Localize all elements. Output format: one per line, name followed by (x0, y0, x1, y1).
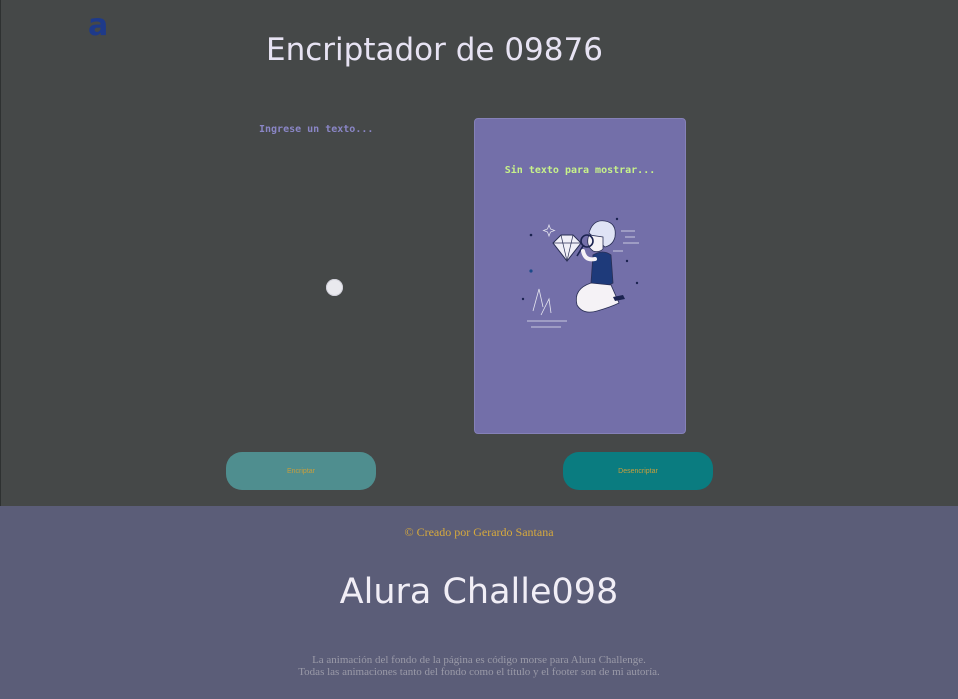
footer-note: La animación del fondo de la página es c… (0, 654, 958, 678)
text-input[interactable] (259, 120, 449, 424)
encrypt-button[interactable]: Encriptar (226, 452, 376, 490)
output-empty-message: Sin texto para mostrar... (504, 165, 656, 176)
person-with-magnifier-illustration (521, 217, 639, 328)
mouse-cursor-indicator (326, 279, 343, 296)
page-title: Encriptador de 09876 (266, 32, 603, 68)
footer-credit: © Creado por Gerardo Santana (404, 525, 554, 539)
footer: © Creado por Gerardo Santana Alura Chall… (0, 506, 958, 699)
output-panel: Sin texto para mostrar... (474, 118, 686, 434)
footer-note-line: La animación del fondo de la página es c… (312, 654, 646, 666)
logo[interactable]: a (88, 10, 108, 42)
decrypt-button[interactable]: Desencriptar (563, 452, 713, 490)
page-edge (0, 0, 1, 506)
footer-title: Alura Challe098 (339, 572, 619, 612)
footer-note-line: Todas las animaciones tanto del fondo co… (298, 666, 660, 678)
